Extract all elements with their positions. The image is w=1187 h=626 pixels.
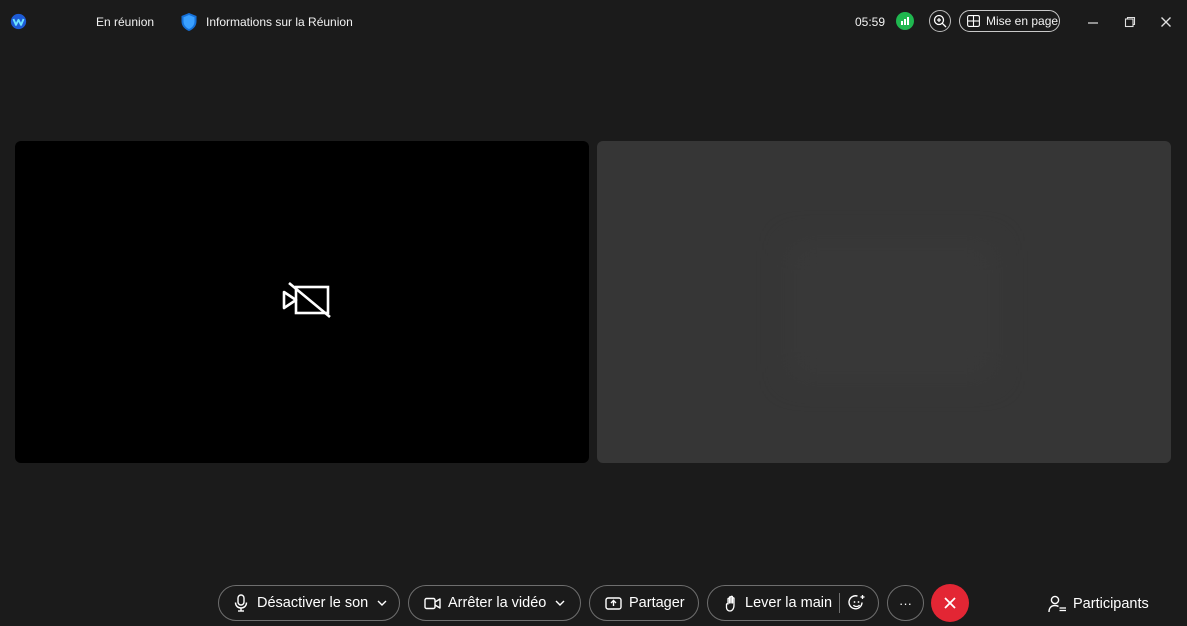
title-bar: En réunion Informations sur la Réunion 0…: [0, 0, 1187, 44]
meeting-info-label: Informations sur la Réunion: [206, 15, 353, 29]
restore-button[interactable]: [1120, 12, 1140, 32]
divider: [839, 593, 841, 613]
microphone-icon: [234, 594, 248, 612]
mute-label: Désactiver le son: [257, 595, 369, 611]
raise-hand-icon: [725, 595, 735, 612]
raise-hand-button[interactable]: Lever la main: [707, 585, 879, 621]
remote-video-tile[interactable]: [597, 141, 1171, 463]
grid-layout-icon: [967, 15, 980, 27]
participants-icon: [1048, 595, 1066, 613]
emoji-reaction-icon[interactable]: [848, 594, 866, 612]
share-label: Partager: [629, 595, 685, 611]
zoom-in-icon: [933, 14, 947, 28]
webex-logo-icon: [10, 13, 27, 30]
restore-icon: [1124, 16, 1136, 28]
share-button[interactable]: Partager: [589, 585, 699, 621]
leave-meeting-button[interactable]: [931, 584, 969, 622]
close-icon: [1161, 17, 1171, 27]
video-off-icon: [282, 281, 331, 319]
chevron-down-icon[interactable]: [555, 600, 565, 606]
meeting-window: En réunion Informations sur la Réunion 0…: [0, 0, 1187, 626]
close-icon: [944, 597, 956, 609]
network-signal-icon[interactable]: [896, 12, 914, 30]
self-video-tile[interactable]: [15, 141, 589, 463]
more-options-button[interactable]: ···: [887, 585, 924, 621]
video-placeholder: [787, 241, 997, 381]
meeting-timer: 05:59: [855, 15, 886, 29]
mute-button[interactable]: Désactiver le son: [218, 585, 400, 621]
raise-hand-label: Lever la main: [745, 595, 833, 611]
meeting-status-label: En réunion: [96, 15, 155, 29]
shield-icon: [181, 13, 197, 31]
layout-label: Mise en page: [986, 14, 1059, 28]
close-window-button[interactable]: [1156, 12, 1176, 32]
participants-button[interactable]: Participants: [1048, 592, 1149, 616]
more-options-label: ···: [899, 595, 912, 611]
camera-icon: [424, 597, 441, 609]
minimize-icon: [1088, 22, 1098, 24]
participants-label: Participants: [1073, 596, 1149, 612]
stop-video-button[interactable]: Arrêter la vidéo: [408, 585, 581, 621]
stop-video-label: Arrêter la vidéo: [448, 595, 547, 611]
zoom-button[interactable]: [929, 10, 951, 32]
share-screen-icon: [605, 596, 622, 610]
layout-button[interactable]: Mise en page: [959, 10, 1060, 32]
minimize-button[interactable]: [1083, 12, 1103, 32]
meeting-info-button[interactable]: Informations sur la Réunion: [180, 11, 353, 33]
chevron-down-icon[interactable]: [377, 600, 387, 606]
